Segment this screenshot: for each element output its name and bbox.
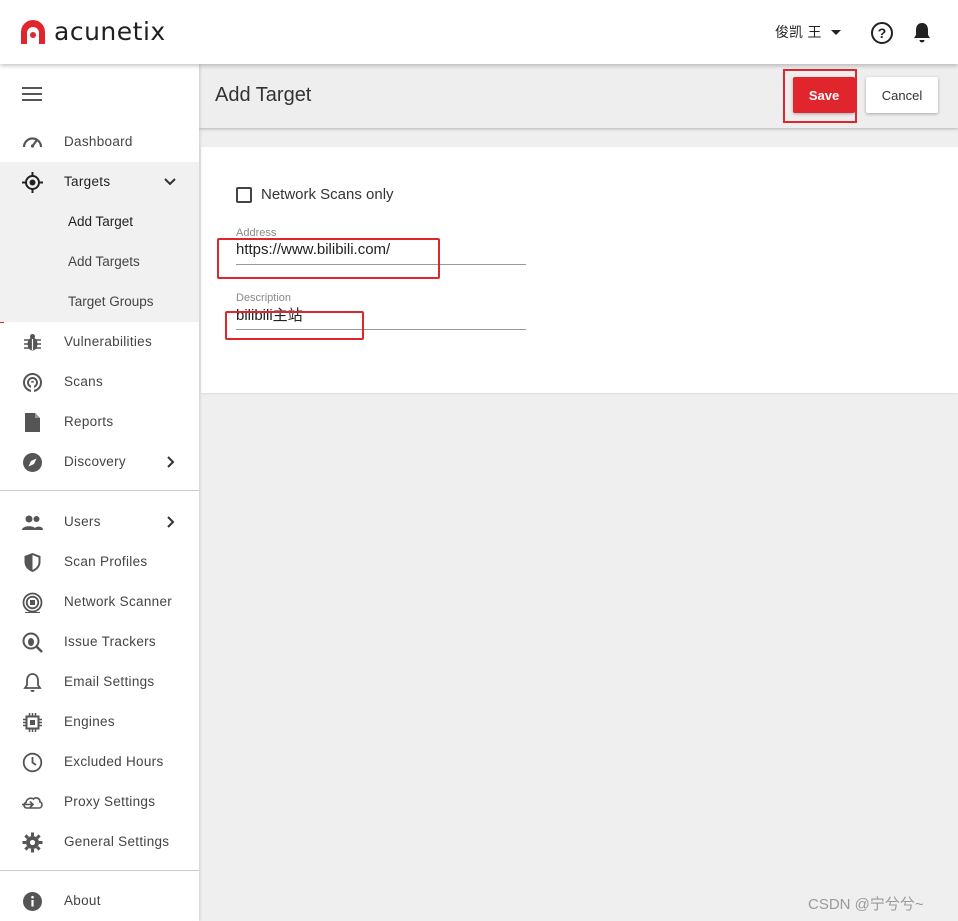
sidebar-item-email-settings[interactable]: Email Settings (0, 662, 199, 702)
cancel-button[interactable]: Cancel (866, 77, 938, 113)
sidebar-divider (0, 490, 199, 491)
sidebar-item-label: Engines (64, 714, 115, 729)
sidebar-item-reports[interactable]: Reports (0, 402, 199, 442)
sidebar-item-label: About (64, 893, 101, 908)
help-icon[interactable]: ? (871, 22, 893, 44)
watermark: CSDN @宁兮兮~ (808, 896, 924, 913)
sidebar-item-label: Discovery (64, 454, 126, 469)
sidebar-item-network-scanner[interactable]: Network Scanner (0, 582, 199, 622)
chevron-right-icon[interactable] (163, 455, 177, 469)
sidebar-item-vulnerabilities[interactable]: Vulnerabilities (0, 322, 199, 362)
sidebar-item-discovery[interactable]: Discovery (0, 442, 199, 482)
user-name: 俊凯 王 (775, 25, 822, 41)
info-icon (23, 892, 42, 911)
sidebar-item-label: Scan Profiles (64, 554, 148, 569)
chevron-right-icon[interactable] (163, 515, 177, 529)
sidebar-item-label: Email Settings (64, 674, 155, 689)
sidebar-item-label: Network Scanner (64, 594, 173, 609)
shield-icon (24, 553, 41, 572)
sidebar-item-targets[interactable]: Targets (0, 162, 199, 202)
chevron-down-icon[interactable] (163, 175, 177, 189)
target-icon (22, 172, 43, 193)
brand-logo[interactable]: acunetix (20, 19, 166, 45)
gear-icon (22, 832, 43, 853)
network-scans-only-option[interactable]: Network Scans only (236, 186, 394, 203)
description-label: Description (236, 292, 292, 304)
chip-icon (23, 713, 42, 732)
sidebar-subitem-label: Target Groups (68, 294, 154, 309)
cloud-upload-icon (22, 797, 43, 809)
report-icon (25, 413, 40, 432)
sidebar-item-scan-profiles[interactable]: Scan Profiles (0, 542, 199, 582)
sidebar-item-engines[interactable]: Engines (0, 702, 199, 742)
network-scans-only-label: Network Scans only (261, 186, 394, 203)
sidebar-item-label: Reports (64, 414, 114, 429)
save-highlight-annotation (783, 69, 857, 123)
scan-icon (23, 373, 42, 393)
sidebar-subitem-add-target[interactable]: Add Target (0, 202, 199, 242)
sidebar-item-label: General Settings (64, 834, 170, 849)
sidebar-subitem-target-groups[interactable]: Target Groups (0, 282, 199, 322)
sidebar-item-dashboard[interactable]: Dashboard (0, 122, 199, 162)
page-header: Add Target Save Cancel (199, 64, 958, 128)
sidebar-item-label: Targets (64, 174, 111, 189)
sidebar-item-label: Users (64, 514, 101, 529)
issue-tracker-icon (22, 632, 43, 653)
sidebar-item-about[interactable]: About (0, 881, 199, 921)
address-highlight-annotation (217, 238, 440, 279)
hamburger-menu-icon[interactable] (22, 87, 42, 101)
caret-down-icon (831, 29, 842, 35)
sidebar-item-label: Proxy Settings (64, 794, 156, 809)
sidebar-item-issue-trackers[interactable]: Issue Trackers (0, 622, 199, 662)
clock-icon (22, 752, 43, 773)
sidebar: Dashboard Targets Add Target Add Targets… (0, 64, 199, 921)
page-title: Add Target (215, 84, 312, 106)
main-content: Add Target Save Cancel Network Scans onl… (199, 64, 958, 921)
sidebar-item-general-settings[interactable]: General Settings (0, 822, 199, 862)
sidebar-item-proxy-settings[interactable]: Proxy Settings (0, 782, 199, 822)
sidebar-subitem-label: Add Target (68, 214, 134, 229)
sidebar-item-label: Issue Trackers (64, 634, 156, 649)
users-icon (22, 515, 43, 530)
top-bar: acunetix 俊凯 王 ? (0, 0, 958, 64)
sidebar-item-excluded-hours[interactable]: Excluded Hours (0, 742, 199, 782)
user-menu[interactable]: 俊凯 王 (775, 22, 842, 42)
network-scans-only-checkbox[interactable] (236, 186, 252, 203)
brand-name: acunetix (54, 17, 166, 46)
sidebar-item-label: Scans (64, 374, 104, 389)
sidebar-item-label: Dashboard (64, 134, 133, 149)
dashboard-icon (22, 137, 43, 148)
compass-icon (23, 453, 42, 472)
bell-icon[interactable] (912, 22, 932, 44)
network-scanner-icon (22, 592, 43, 613)
acunetix-logo-icon (21, 20, 45, 44)
bug-icon (24, 334, 41, 351)
sidebar-item-scans[interactable]: Scans (0, 362, 199, 402)
sidebar-item-users[interactable]: Users (0, 502, 199, 542)
sidebar-subitem-add-targets[interactable]: Add Targets (0, 242, 199, 282)
sidebar-item-label: Excluded Hours (64, 754, 164, 769)
description-highlight-annotation (225, 311, 364, 340)
sidebar-item-label: Vulnerabilities (64, 334, 153, 349)
sidebar-subitem-label: Add Targets (68, 254, 140, 269)
add-target-form: Network Scans only Address Description (201, 147, 958, 393)
bell-outline-icon (23, 673, 42, 692)
sidebar-divider (0, 870, 199, 871)
